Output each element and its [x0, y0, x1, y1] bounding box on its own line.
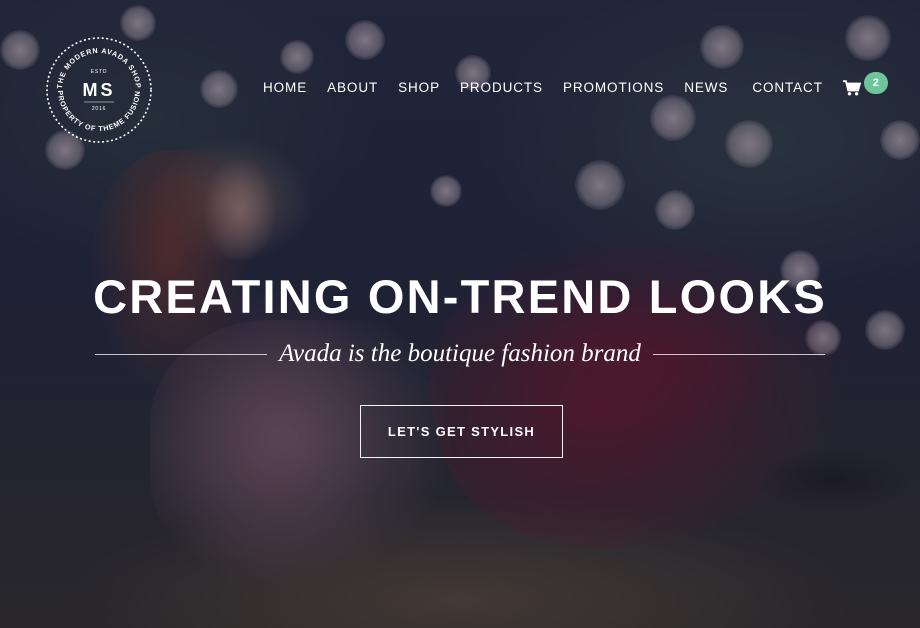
nav-contact[interactable]: CONTACT: [742, 78, 833, 98]
nav-promotions[interactable]: PROMOTIONS: [553, 78, 674, 98]
cart-count-badge: 2: [863, 72, 888, 94]
shopping-cart-icon: [842, 80, 861, 96]
main-nav: HOME ABOUT SHOP PRODUCTS PROMOTIONS NEWS…: [253, 72, 888, 98]
cta-button[interactable]: LET'S GET STYLISH: [360, 405, 563, 458]
hero-headline: CREATING ON-TREND LOOKS: [93, 270, 827, 323]
logo-monogram: MS: [83, 80, 116, 100]
logo-estd: ESTD: [91, 69, 108, 75]
logo-year: 2016: [92, 106, 106, 112]
tagline-right-rule: [652, 353, 826, 355]
hero-tagline: Avada is the boutique fashion brand: [279, 340, 641, 367]
tagline-left-rule: [95, 353, 268, 355]
logo-seal-icon: THE MODERN AVADA SHOP PROPERTY OF THEME …: [46, 37, 152, 143]
nav-news[interactable]: NEWS: [674, 78, 738, 98]
nav-home[interactable]: HOME: [253, 78, 317, 98]
tagline-row: Avada is the boutique fashion brand: [95, 336, 826, 372]
cart-button[interactable]: 2: [842, 72, 888, 96]
nav-shop[interactable]: SHOP: [388, 78, 450, 98]
site-logo[interactable]: THE MODERN AVADA SHOP PROPERTY OF THEME …: [44, 35, 154, 145]
nav-about[interactable]: ABOUT: [317, 78, 388, 98]
hero-section: THE MODERN AVADA SHOP PROPERTY OF THEME …: [0, 0, 920, 628]
nav-products[interactable]: PRODUCTS: [450, 78, 553, 98]
